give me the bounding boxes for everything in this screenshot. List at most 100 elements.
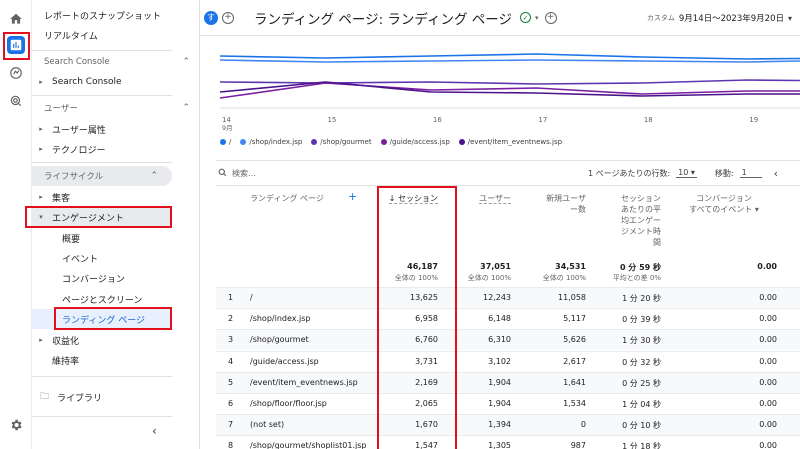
col-header-line: 新規ユーザ [546,194,586,203]
legend-dot-icon [240,139,247,145]
legend-item[interactable]: /shop/index.jsp [240,138,302,146]
caret-right-icon: ▸ [39,125,43,133]
nav-landing-page[interactable]: ランディング ページ [32,309,170,329]
series-line [219,53,800,60]
rows-per-page-select[interactable]: 10 ▾ [676,168,697,178]
nav-section-lifecycle[interactable]: ライフサイクル ⌃ [32,166,172,186]
legend-item[interactable]: / [220,138,231,146]
col-header-sessions[interactable]: ↓ セッション [380,193,438,204]
cell-n: 1 [228,293,234,302]
settings-gear-icon[interactable] [7,416,25,434]
total-engagement: 0 分 59 秒 [619,263,661,272]
legend-item[interactable]: /event/item_eventnews.jsp [458,138,562,146]
add-filter-icon[interactable]: + [544,11,557,24]
table-row[interactable]: 6/shop/floor/floor.jsp 2,065 1,904 1,534 1 分… [216,393,800,414]
legend-dot-icon [220,139,226,145]
home-icon[interactable] [7,10,25,28]
collapse-chevron-left-icon[interactable]: ‹ [152,424,157,438]
col-header-line: 間 [653,238,661,247]
caret-down-icon: ▾ [39,213,43,221]
cell-eng: 1 分 30 秒 [622,336,661,346]
cell-page[interactable]: /shop/gourmet [250,335,309,344]
table-row[interactable]: 4/guide/access.jsp 3,731 3,102 2,617 0 分 32 … [216,350,800,372]
cell-n: 4 [228,356,234,366]
cell-page[interactable]: /shop/gourmet/shoplist01.jsp [250,441,367,449]
avatar[interactable]: す [204,10,218,25]
table-row[interactable]: 8/shop/gourmet/shoplist01.jsp 1,547 1,305 9… [216,435,800,449]
nav-item-label: イベント [62,254,99,265]
cell-page[interactable]: (not set) [250,420,284,429]
nav-conversion[interactable]: コンバージョン [32,268,200,288]
cell-page[interactable]: /shop/index.jsp [250,314,311,323]
table-row[interactable]: 7 (not set) 1,670 1,394 0 0 分 10 秒 0.00 [216,414,800,436]
x-tick-sublabel: 9月 [222,124,233,132]
legend-dot-icon [458,139,465,145]
cell-users: 1,305 [488,441,511,449]
cell-page[interactable]: / [250,293,253,302]
cell-conv: 0.00 [759,377,777,387]
search-icon [218,168,227,179]
nav-snapshot[interactable]: レポートのスナップショット [32,5,200,25]
search-input[interactable]: 検索... [232,168,256,179]
nav-section-user[interactable]: ユーザー ⌃ [32,98,200,118]
nav-section-label: ライフサイクル [44,172,104,182]
table-row[interactable]: 5/event/item_eventnews.jsp 2,169 1,904 1,64… [216,371,800,393]
nav-section-search-console[interactable]: Search Console ⌃ [32,52,200,72]
nav-snapshot-label: レポートのスナップショット [44,11,162,22]
nav-monetization[interactable]: ▸ 収益化 [32,330,200,350]
legend-item[interactable]: /shop/gourmet [311,138,372,146]
x-tick-label: 14 [222,116,231,124]
col-header-engagement-time[interactable]: セッション あたりの平 均エンゲー ジメント時間 [608,193,661,248]
cell-page[interactable]: /event/item_eventnews.jsp [250,378,358,387]
legend-item[interactable]: /guide/access.jsp [380,138,450,146]
col-header-line: 均エンゲー [621,216,661,225]
prev-page-chevron-icon[interactable]: ‹ [774,167,778,180]
nav-retention[interactable]: 維持率 [32,350,200,370]
nav-item-label: Search Console [52,77,122,87]
series-line [219,82,800,99]
chart-legend: / /shop/index.jsp/shop/gourmet/guide/acce… [220,138,562,146]
goto-page-input[interactable]: 1 [739,168,762,178]
nav-item-label: ライブラリ [57,393,103,404]
nav-user-attributes[interactable]: ▸ ユーザー属性 [32,119,200,139]
col-header-landing-page[interactable]: ランディング ページ [250,193,324,204]
total-new-users-pct: 全体の 100% [542,274,586,282]
nav-acquisition[interactable]: ▸ 集客 [32,187,200,207]
table-row[interactable]: 2/shop/index.jsp 6,958 6,148 5,117 0 分 39 秒 0… [216,308,800,329]
nav-engagement[interactable]: ▾ エンゲージメント [32,207,170,227]
x-tick-label: 17 [538,116,547,124]
explore-icon[interactable] [7,64,25,82]
check-circle-icon[interactable]: ✓ [520,12,531,23]
nav-search-console[interactable]: ▸ Search Console [32,72,200,92]
nav-overview[interactable]: 概要 [32,228,200,248]
date-range-picker[interactable]: カスタム 9月14日～2023年9月20日 ▾ [647,12,792,25]
col-header-conversion[interactable]: コンバージョン すべてのイベント ▾ [680,193,768,215]
dropdown-arrow-icon[interactable]: ▾ [535,14,539,22]
legend-dot-icon [311,139,318,145]
reports-icon[interactable] [7,36,25,54]
add-dimension-icon[interactable]: + [348,191,357,202]
total-sessions: 46,187 [407,262,438,271]
nav-pages-screens[interactable]: ページとスクリーン [32,289,200,309]
table-row[interactable]: 1 / 13,625 12,243 11,058 1 分 20 秒 0.00 [216,287,800,308]
nav-event[interactable]: イベント [32,248,200,268]
col-header-new-users[interactable]: 新規ユーザー数 [530,193,586,215]
col-header-line: ー数 [570,205,586,214]
cell-sessions: 1,547 [415,441,438,449]
col-header-users-label: ユーザー [479,194,511,204]
table-search[interactable]: 検索... [218,168,256,179]
advertising-icon[interactable] [7,92,25,110]
cell-page[interactable]: /guide/access.jsp [250,357,319,366]
nav-realtime[interactable]: リアルタイム [32,25,200,45]
col-header-users[interactable]: ユーザー [460,193,511,204]
add-comparison-icon[interactable]: + [222,11,234,24]
cell-new: 5,626 [563,335,586,345]
pagination-controls: 1 ページあたりの行数: 10 ▾ 移動: 1 ‹ [588,167,778,180]
caret-right-icon: ▸ [39,336,43,344]
col-header-line: すべてのイベント ▾ [689,205,759,214]
nav-library[interactable]: 🗀 ライブラリ [32,387,200,407]
nav-technology[interactable]: ▸ テクノロジー [32,139,200,159]
cell-page[interactable]: /shop/floor/floor.jsp [250,399,327,408]
table-row[interactable]: 3/shop/gourmet 6,760 6,310 5,626 1 分 30 秒 0.0… [216,329,800,351]
cell-new: 1,641 [563,377,586,387]
